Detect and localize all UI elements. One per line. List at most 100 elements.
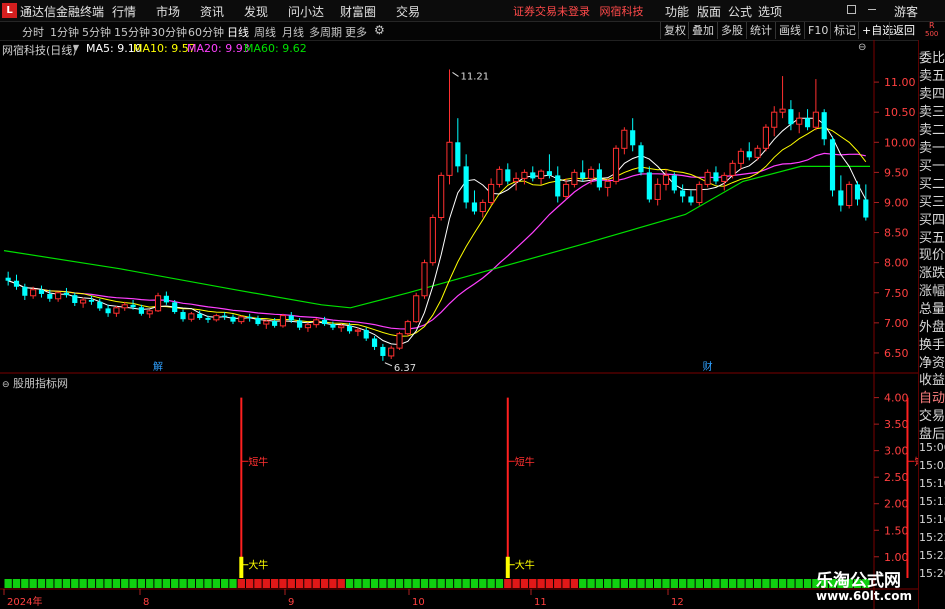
right-panel-row-8: 买三 bbox=[919, 195, 945, 210]
status-seg-28 bbox=[237, 579, 245, 588]
indicator-axis-label-1: 3.50 bbox=[884, 418, 909, 431]
status-seg-75 bbox=[629, 579, 637, 588]
minimize-icon[interactable] bbox=[868, 9, 876, 10]
candle-body-86 bbox=[721, 174, 728, 182]
right-menu-item-1[interactable]: 版面 bbox=[697, 3, 721, 20]
right-panel-row-2: 卖四 bbox=[919, 87, 945, 102]
tab-period-9[interactable]: 多周期 bbox=[309, 24, 342, 40]
stock-chart[interactable]: 11.00 10.50 10.00 9.50 9.00 8.50 8.00 7.50 7.00 6… bbox=[0, 40, 918, 609]
toolbar-button-0[interactable]: 复权 bbox=[660, 22, 689, 39]
menu-item-1[interactable]: 市场 bbox=[156, 3, 180, 20]
status-seg-34 bbox=[287, 579, 295, 588]
candle-body-35 bbox=[297, 320, 303, 328]
candle-body-73 bbox=[612, 147, 620, 182]
indicator-title-text: 股朋指标网 bbox=[13, 377, 69, 390]
watermark-url: www.60lt.com bbox=[816, 589, 913, 603]
status-seg-30 bbox=[254, 579, 262, 588]
tab-period-2[interactable]: 5分钟 bbox=[82, 24, 111, 40]
status-seg-3 bbox=[29, 579, 37, 588]
status-seg-78 bbox=[654, 579, 662, 588]
toolbar-button-1[interactable]: 叠加 bbox=[688, 22, 717, 39]
status-seg-17 bbox=[146, 579, 154, 588]
toolbar-button-2[interactable]: 多股 bbox=[717, 22, 746, 39]
right-menu-item-0[interactable]: 功能 bbox=[665, 3, 689, 20]
right-panel-row-0: 委比 bbox=[919, 51, 945, 66]
right-panel-row-13: 涨幅 bbox=[919, 284, 945, 299]
gear-icon[interactable]: ⚙ bbox=[374, 23, 385, 37]
status-seg-89 bbox=[745, 579, 753, 588]
event-marker-1[interactable]: 财 bbox=[703, 360, 713, 373]
candle-body-103 bbox=[863, 199, 869, 218]
big-signal-bar-0 bbox=[239, 556, 244, 578]
candle-body-64 bbox=[538, 170, 545, 179]
tab-period-1[interactable]: 1分钟 bbox=[50, 24, 79, 40]
price-label-4: 9.00 bbox=[884, 196, 909, 209]
status-seg-70 bbox=[587, 579, 595, 588]
tab-period-3[interactable]: 15分钟 bbox=[114, 24, 150, 40]
status-seg-39 bbox=[329, 579, 337, 588]
big-signal-label-1: 大牛 bbox=[515, 559, 535, 572]
notice-stock: 网宿科技 bbox=[599, 5, 644, 18]
status-seg-82 bbox=[687, 579, 695, 588]
tab-period-5[interactable]: 60分钟 bbox=[188, 24, 224, 40]
toolbar-button-6[interactable]: 标记 bbox=[830, 22, 859, 39]
status-seg-74 bbox=[620, 579, 629, 588]
menu-item-4[interactable]: 问小达 bbox=[288, 3, 324, 20]
toolbar-button-4[interactable]: 画线 bbox=[775, 22, 804, 39]
big-signal-bar-1 bbox=[505, 556, 510, 578]
indicator-axis-label-6: 1.00 bbox=[884, 551, 909, 564]
menu-item-5[interactable]: 财富圈 bbox=[340, 3, 376, 20]
tab-period-7[interactable]: 周线 bbox=[254, 24, 276, 40]
event-marker-0[interactable]: 解 bbox=[153, 360, 163, 373]
status-seg-56 bbox=[470, 579, 479, 588]
candle-body-37 bbox=[313, 319, 320, 326]
menu-item-3[interactable]: 发现 bbox=[244, 3, 268, 20]
status-seg-63 bbox=[529, 579, 537, 588]
status-seg-87 bbox=[728, 579, 737, 588]
status-seg-16 bbox=[137, 579, 146, 588]
maximize-icon[interactable] bbox=[847, 5, 856, 14]
tab-period-0[interactable]: 分时 bbox=[22, 24, 44, 40]
candle-body-31 bbox=[263, 320, 270, 325]
indicator-axis-label-4: 2.00 bbox=[884, 498, 909, 511]
status-seg-91 bbox=[762, 579, 770, 588]
status-seg-80 bbox=[670, 579, 678, 588]
status-seg-96 bbox=[803, 579, 812, 588]
candle-body-79 bbox=[662, 174, 670, 185]
toolbar-button-3[interactable]: 统计 bbox=[746, 22, 775, 39]
menu-item-6[interactable]: 交易 bbox=[396, 3, 420, 20]
price-label-2: 10.00 bbox=[884, 136, 916, 149]
candle-body-40 bbox=[338, 325, 345, 329]
right-menu-item-3[interactable]: 选项 bbox=[758, 3, 782, 20]
candle-body-17 bbox=[146, 310, 153, 315]
toolbar-button-8[interactable]: 返回 bbox=[889, 22, 918, 39]
menu-item-0[interactable]: 行情 bbox=[112, 3, 136, 20]
status-seg-21 bbox=[179, 579, 187, 588]
right-menu-item-2[interactable]: 公式 bbox=[728, 3, 752, 20]
candle-body-97 bbox=[812, 111, 819, 128]
right-panel-row-29: 15:26 bbox=[919, 567, 945, 580]
candle-body-60 bbox=[505, 169, 511, 182]
status-seg-69 bbox=[579, 579, 587, 588]
right-panel-row-28: 15:23 bbox=[919, 549, 945, 562]
status-seg-7 bbox=[62, 579, 71, 588]
indicator-collapse-icon[interactable]: ⊖ bbox=[2, 380, 10, 390]
tab-period-4[interactable]: 30分钟 bbox=[151, 24, 187, 40]
tab-period-6[interactable]: 日线 bbox=[227, 24, 249, 40]
status-seg-0 bbox=[4, 579, 12, 588]
tab-period-8[interactable]: 月线 bbox=[282, 24, 304, 40]
trade-login-notice[interactable]: 证券交易未登录 网宿科技 bbox=[513, 3, 644, 19]
status-seg-41 bbox=[345, 579, 354, 588]
candle-body-49 bbox=[413, 295, 420, 323]
tab-period-10[interactable]: 更多 bbox=[345, 24, 367, 40]
status-seg-64 bbox=[537, 579, 545, 588]
candle-body-26 bbox=[222, 315, 228, 317]
price-label-1: 10.50 bbox=[884, 106, 916, 119]
candle-body-25 bbox=[213, 315, 220, 321]
status-seg-23 bbox=[196, 579, 204, 588]
right-panel-row-1: 卖五 bbox=[919, 69, 945, 84]
menu-item-2[interactable]: 资讯 bbox=[200, 3, 224, 20]
toolbar-button-5[interactable]: F10 bbox=[804, 22, 831, 39]
guest-button[interactable]: 游客 bbox=[894, 3, 918, 20]
status-seg-49 bbox=[412, 579, 420, 588]
